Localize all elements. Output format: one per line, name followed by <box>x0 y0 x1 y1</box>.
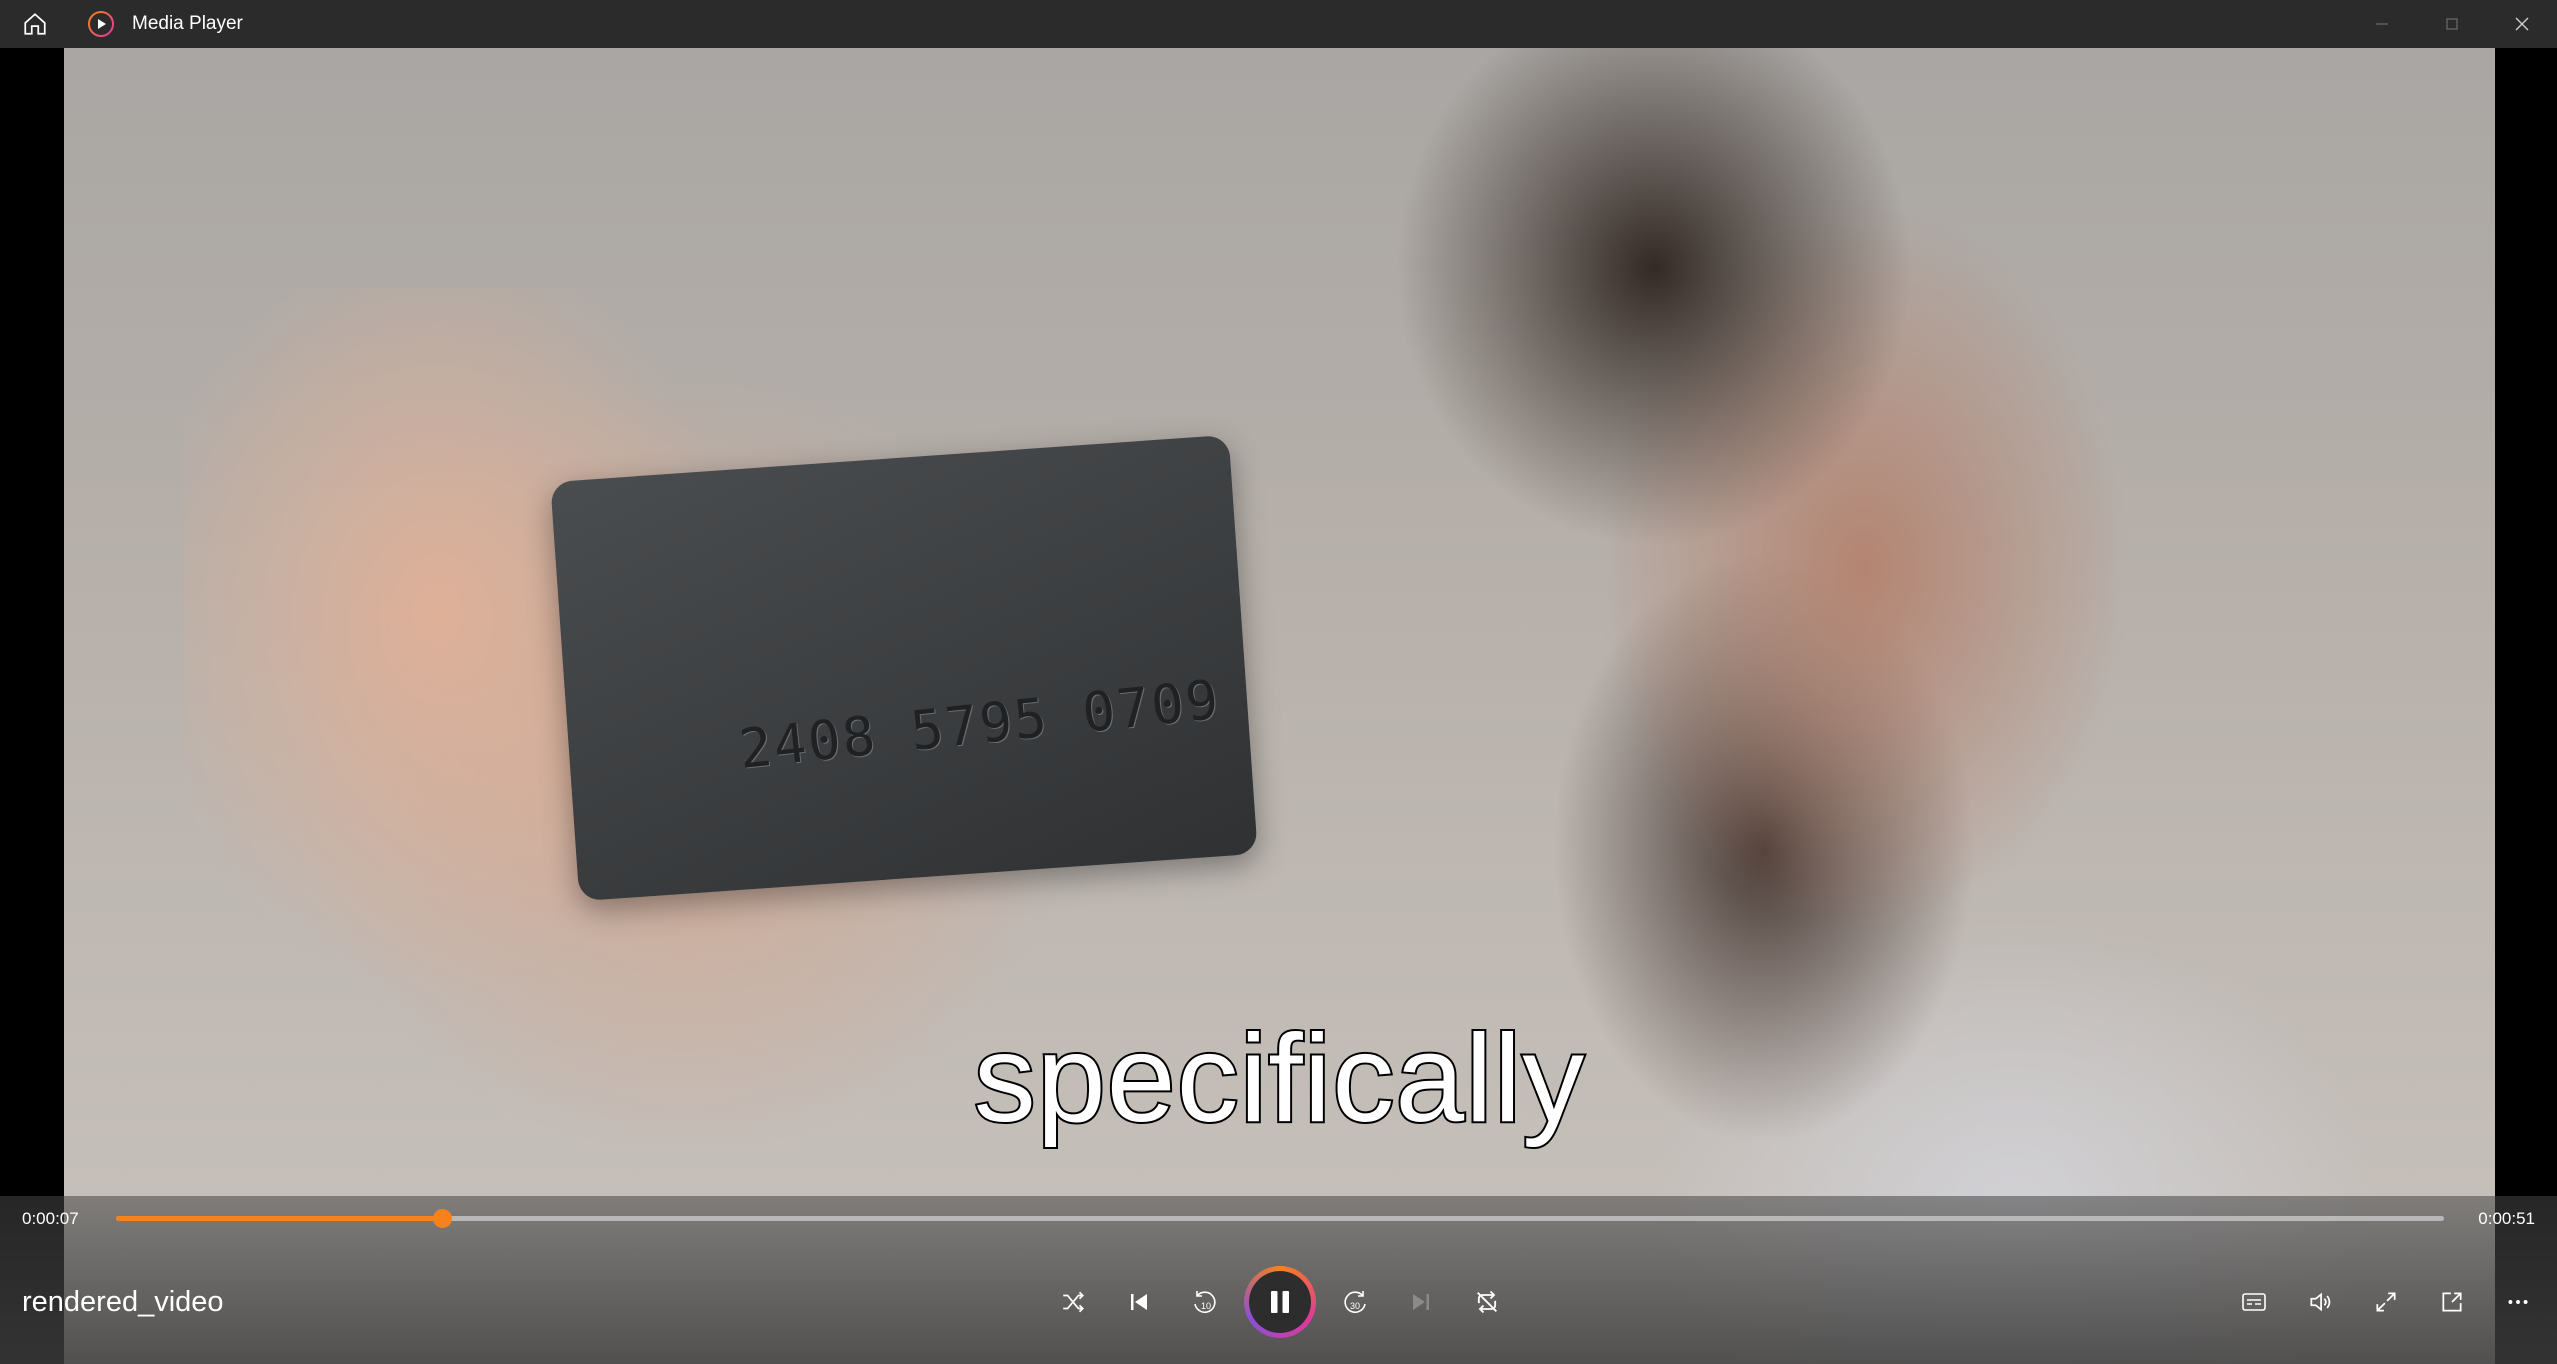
more-icon <box>2508 1300 2528 1304</box>
playback-controls: 0:00:07 0:00:51 rendered_video 10 30 <box>0 1196 2557 1364</box>
maximize-icon <box>2446 18 2458 30</box>
home-icon <box>24 13 46 35</box>
subtitles-icon <box>2242 1293 2266 1311</box>
home-button[interactable] <box>18 7 52 41</box>
video-person <box>1394 48 1914 548</box>
shuffle-icon <box>1063 1291 1084 1313</box>
previous-button[interactable] <box>1106 1269 1172 1335</box>
skip-forward-30-button[interactable]: 30 <box>1322 1269 1388 1335</box>
volume-icon <box>2310 1292 2331 1312</box>
previous-icon <box>1131 1294 1147 1310</box>
secondary-controls <box>2221 1272 2551 1332</box>
fullscreen-button[interactable] <box>2353 1272 2419 1332</box>
pause-icon <box>1271 1291 1289 1313</box>
duration: 0:00:51 <box>2478 1209 2535 1228</box>
seek-bar-progress <box>116 1216 442 1221</box>
skip-forward-30-icon: 30 <box>1344 1291 1366 1313</box>
video-credit-card: 2408 5795 0709 <box>550 434 1258 902</box>
video-frame[interactable]: 2408 5795 0709 specifically <box>64 48 2495 1364</box>
card-number: 2408 5795 0709 <box>736 667 1224 781</box>
close-icon <box>2515 17 2529 31</box>
maximize-button[interactable] <box>2417 0 2487 48</box>
fullscreen-icon <box>2376 1292 2396 1312</box>
more-options-button[interactable] <box>2485 1272 2551 1332</box>
transport-controls: 10 30 <box>1040 1266 1520 1338</box>
next-button[interactable] <box>1388 1269 1454 1335</box>
close-button[interactable] <box>2487 0 2557 48</box>
skip-back-10-label: 10 <box>1201 1301 1211 1311</box>
media-title: rendered_video <box>22 1286 224 1318</box>
minimize-icon <box>2376 23 2388 25</box>
subtitle-caption: specifically <box>972 1008 1587 1150</box>
current-time: 0:00:07 <box>22 1209 79 1228</box>
seek-thumb[interactable] <box>432 1209 452 1228</box>
mini-player-button[interactable] <box>2419 1272 2485 1332</box>
repeat-off-icon <box>1477 1290 1497 1314</box>
skip-back-10-button[interactable]: 10 <box>1172 1269 1238 1335</box>
title-bar: Media Player <box>0 0 2557 48</box>
shuffle-button[interactable] <box>1040 1269 1106 1335</box>
subtitles-button[interactable] <box>2221 1272 2287 1332</box>
skip-forward-30-label: 30 <box>1350 1301 1360 1311</box>
mini-player-icon <box>2442 1292 2462 1312</box>
seek-bar[interactable] <box>116 1209 2444 1228</box>
pause-button[interactable] <box>1244 1266 1316 1338</box>
volume-button[interactable] <box>2287 1272 2353 1332</box>
app-title: Media Player <box>132 13 243 34</box>
media-player-logo-icon <box>88 11 114 37</box>
skip-back-10-icon: 10 <box>1194 1291 1216 1313</box>
next-icon <box>1413 1294 1429 1310</box>
repeat-button[interactable] <box>1454 1269 1520 1335</box>
minimize-button[interactable] <box>2347 0 2417 48</box>
